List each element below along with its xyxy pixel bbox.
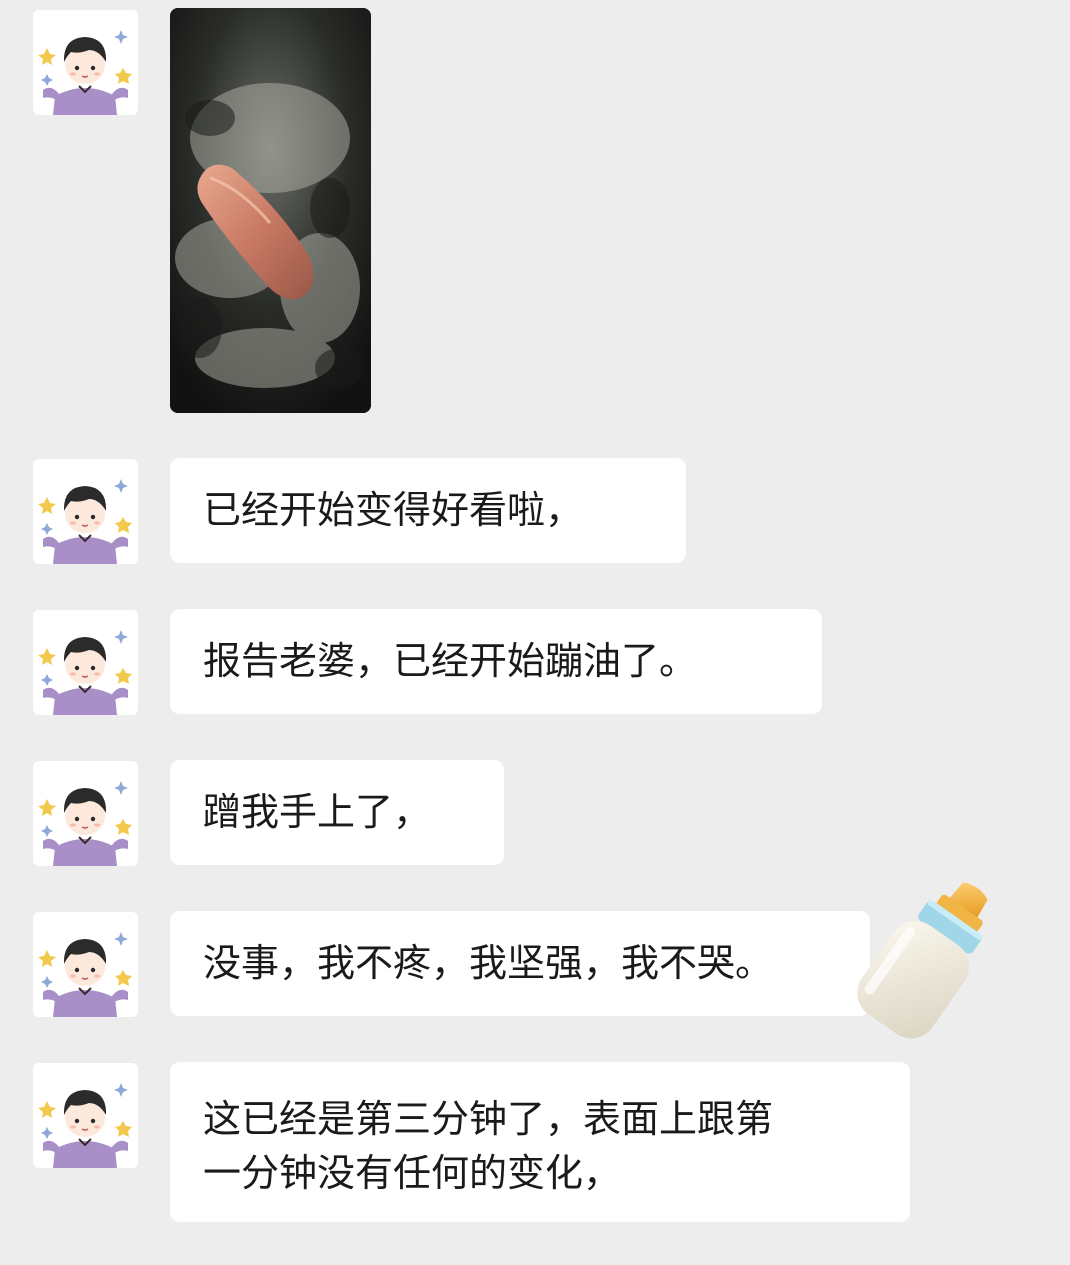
message-bubble[interactable]: 没事，我不疼，我坚强，我不哭。 xyxy=(170,911,870,1016)
avatar[interactable] xyxy=(33,761,138,866)
avatar-cartoon-boy-icon xyxy=(33,10,138,115)
message-bubble[interactable]: 蹭我手上了， xyxy=(170,760,504,865)
sausage-in-pan-photo[interactable] xyxy=(170,8,371,413)
avatar[interactable] xyxy=(33,10,138,115)
avatar-cartoon-boy-icon xyxy=(33,459,138,564)
avatar[interactable] xyxy=(33,1063,138,1168)
avatar-cartoon-boy-icon xyxy=(33,1063,138,1168)
avatar[interactable] xyxy=(33,459,138,564)
message-bubble[interactable]: 这已经是第三分钟了，表面上跟第 一分钟没有任何的变化， xyxy=(170,1062,910,1222)
message-bubble[interactable]: 已经开始变得好看啦， xyxy=(170,458,686,563)
message-bubble[interactable]: 报告老婆，已经开始蹦油了。 xyxy=(170,609,822,714)
avatar[interactable] xyxy=(33,610,138,715)
message-text-line: 一分钟没有任何的变化， xyxy=(203,1151,622,1195)
baby-bottle-icon xyxy=(857,882,988,1039)
message-text: 已经开始变得好看啦， xyxy=(203,488,584,532)
avatar-cartoon-boy-icon xyxy=(33,912,138,1017)
avatar-cartoon-boy-icon xyxy=(33,610,138,715)
message-text: 没事，我不疼，我坚强，我不哭。 xyxy=(203,941,774,985)
photo-image xyxy=(170,8,371,413)
avatar[interactable] xyxy=(33,912,138,1017)
message-text: 报告老婆，已经开始蹦油了。 xyxy=(203,639,698,683)
avatar-cartoon-boy-icon xyxy=(33,761,138,866)
message-text-line: 这已经是第三分钟了，表面上跟第 xyxy=(203,1097,774,1141)
message-text: 蹭我手上了， xyxy=(203,790,432,834)
